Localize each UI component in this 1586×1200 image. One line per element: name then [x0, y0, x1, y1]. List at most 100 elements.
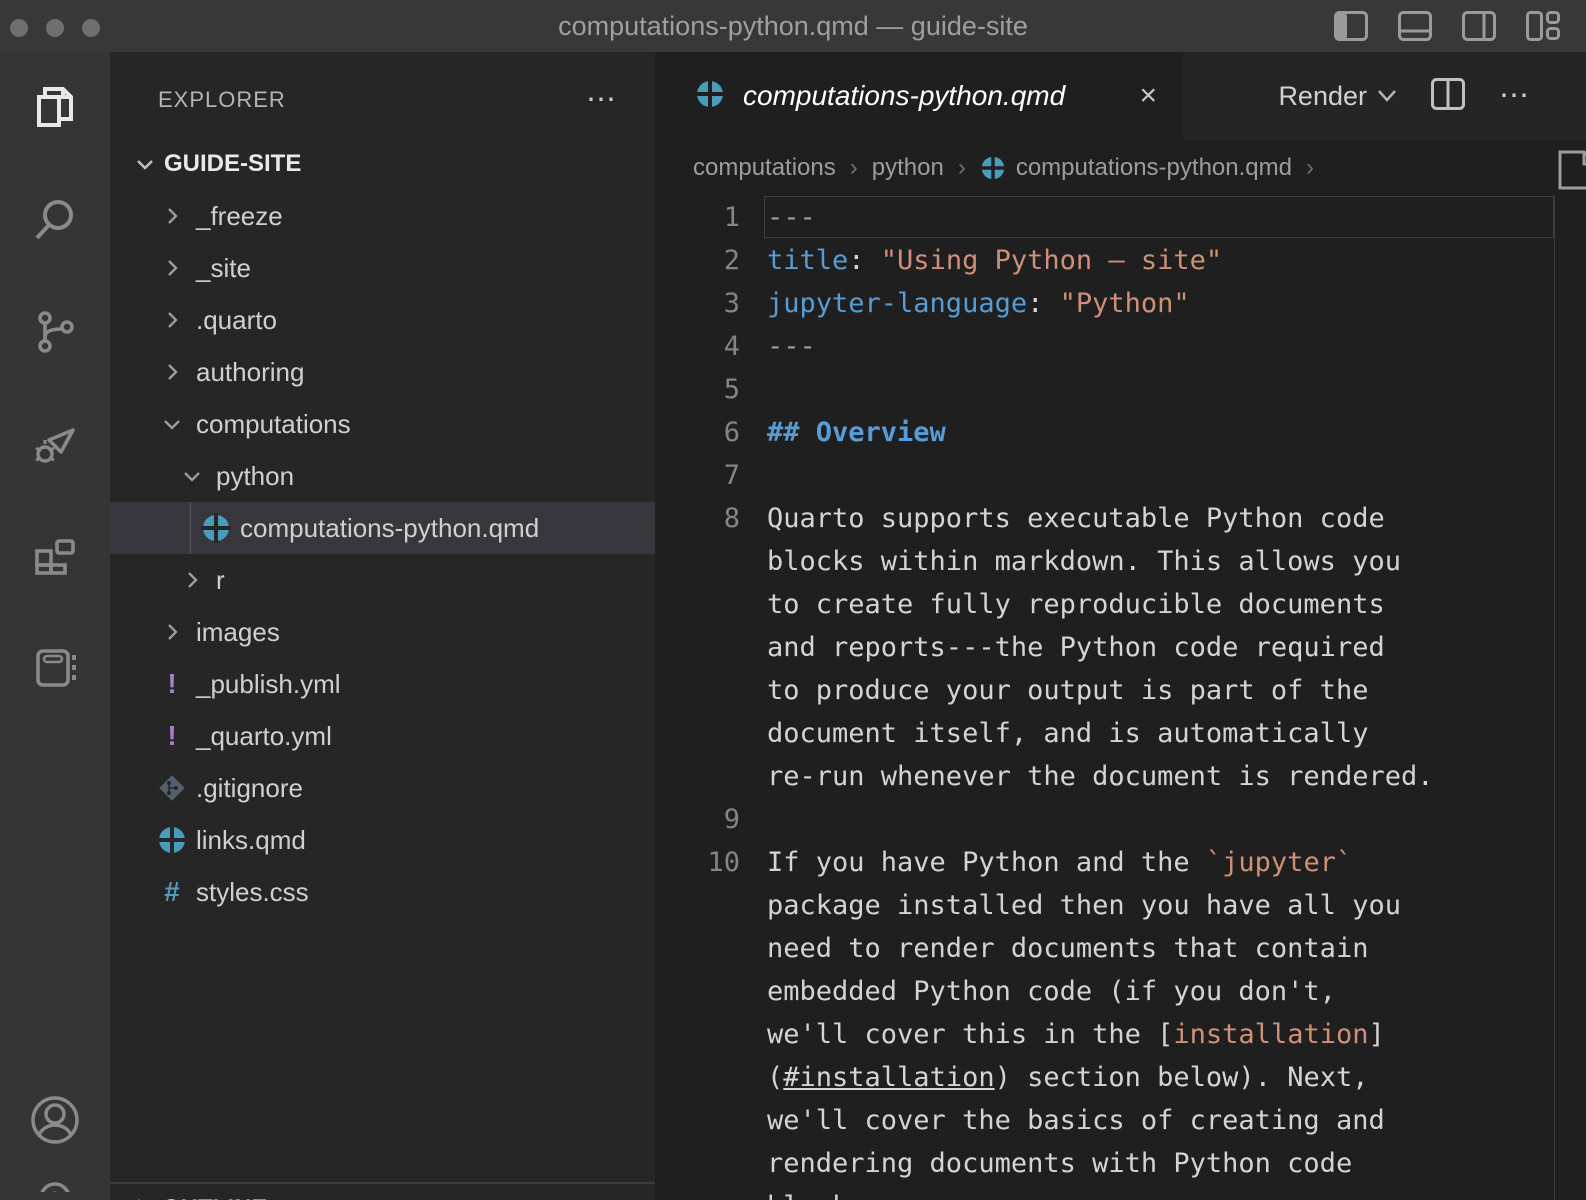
tree-item-styles-css[interactable]: #styles.css [110, 866, 655, 918]
tree-item-label: _site [196, 253, 251, 284]
tab-computations-python[interactable]: computations-python.qmd × [655, 52, 1183, 140]
close-window-icon[interactable] [10, 19, 28, 37]
line-number [655, 1099, 740, 1142]
code-line-1: 1--- [655, 196, 1586, 239]
tree-item-label: images [196, 617, 280, 648]
tree-item-label: computations [196, 409, 351, 440]
toggle-secondary-sidebar-icon[interactable] [1462, 11, 1496, 41]
search-icon[interactable] [0, 164, 110, 276]
editor-more-actions-icon[interactable]: ⋯ [1499, 91, 1532, 101]
symbol-file-icon[interactable] [1556, 150, 1586, 196]
line-number [655, 1056, 740, 1099]
workspace-section-header[interactable]: GUIDE-SITE [110, 138, 655, 190]
tree-item-authoring[interactable]: authoring [110, 346, 655, 398]
code-line-4: 4--- [655, 325, 1586, 368]
quarto-file-icon [695, 79, 725, 114]
tree-item--gitignore[interactable]: .gitignore [110, 762, 655, 814]
chevron-down-icon [170, 465, 214, 487]
source-control-icon[interactable] [0, 276, 110, 388]
line-number: 3 [655, 282, 740, 325]
tree-item-label: .gitignore [196, 773, 303, 804]
tree-item-label: _publish.yml [196, 669, 341, 700]
render-label: Render [1278, 81, 1367, 112]
line-number [655, 1185, 740, 1200]
tree-item-images[interactable]: images [110, 606, 655, 658]
code-line-wrap: embedded Python code (if you don't, [655, 970, 1586, 1013]
code-line-2: 2title: "Using Python — site" [655, 239, 1586, 282]
outline-section-header[interactable]: OUTLINE [110, 1182, 655, 1200]
tree-item-label: computations-python.qmd [240, 513, 539, 544]
run-and-debug-icon[interactable] [0, 388, 110, 500]
customize-layout-icon[interactable] [1526, 11, 1560, 41]
traffic-lights[interactable] [10, 19, 100, 37]
code-line-wrap: we'll cover this in the [installation] [655, 1013, 1586, 1056]
tree-item-python[interactable]: python [110, 450, 655, 502]
account-icon[interactable] [0, 1064, 110, 1176]
yaml-file-icon: ! [150, 668, 194, 700]
code-line-9: 9 [655, 798, 1586, 841]
code-line-wrap: need to render documents that contain [655, 927, 1586, 970]
tree-item-label: python [216, 461, 294, 492]
zoom-window-icon[interactable] [82, 19, 100, 37]
notebook-icon[interactable] [0, 612, 110, 724]
tree-item--freeze[interactable]: _freeze [110, 190, 655, 242]
line-number [655, 884, 740, 927]
tree-item--quarto-yml[interactable]: !_quarto.yml [110, 710, 655, 762]
breadcrumb-item[interactable]: computations-python.qmd [980, 154, 1292, 182]
quarto-file-icon [980, 155, 1006, 181]
explorer-icon[interactable] [0, 52, 110, 164]
yaml-file-icon: ! [150, 720, 194, 752]
code-line-wrap: we'll cover the basics of creating and [655, 1099, 1586, 1142]
code-line-10: 10If you have Python and the `jupyter` [655, 841, 1586, 884]
line-number: 1 [655, 196, 740, 239]
chevron-right-icon [170, 569, 214, 591]
workspace-name: GUIDE-SITE [164, 150, 301, 178]
code-line-8: 8Quarto supports executable Python code [655, 497, 1586, 540]
code-line-3: 3jupyter-language: "Python" [655, 282, 1586, 325]
explorer-sidebar: EXPLORER ⋯ GUIDE-SITE _freeze_site.quart… [110, 52, 655, 1200]
tree-item--quarto[interactable]: .quarto [110, 294, 655, 346]
tree-item-label: authoring [196, 357, 304, 388]
editor-group: computations-python.qmd × Render ⋯ compu… [655, 52, 1586, 1200]
tree-item-computations[interactable]: computations [110, 398, 655, 450]
line-number [655, 626, 740, 669]
code-line-wrap: blocks within markdown. This allows you [655, 540, 1586, 583]
quarto-file-icon [150, 825, 194, 855]
line-number [655, 755, 740, 798]
line-number: 8 [655, 497, 740, 540]
code-line-7: 7 [655, 454, 1586, 497]
close-tab-icon[interactable]: × [1139, 79, 1157, 113]
code-line-wrap: rendering documents with Python code [655, 1142, 1586, 1185]
tree-item-links-qmd[interactable]: links.qmd [110, 814, 655, 866]
code-line-wrap: package installed then you have all you [655, 884, 1586, 927]
minimize-window-icon[interactable] [46, 19, 64, 37]
views-more-actions-icon[interactable]: ⋯ [586, 95, 619, 105]
chevron-right-icon [150, 309, 194, 331]
extensions-icon[interactable] [0, 500, 110, 612]
chevron-down-icon [1377, 89, 1397, 103]
breadcrumb-separator-icon: › [1306, 154, 1314, 182]
render-button[interactable]: Render [1278, 81, 1397, 112]
breadcrumb: computations›python›computations-python.… [655, 140, 1586, 196]
css-file-icon: # [150, 876, 194, 908]
tree-item--site[interactable]: _site [110, 242, 655, 294]
git-file-icon [150, 773, 194, 803]
tree-item-computations-python-qmd[interactable]: computations-python.qmd [110, 502, 655, 554]
code-line-wrap: document itself, and is automatically [655, 712, 1586, 755]
tree-item-r[interactable]: r [110, 554, 655, 606]
toggle-panel-icon[interactable] [1398, 11, 1432, 41]
code-line-5: 5 [655, 368, 1586, 411]
line-number: 2 [655, 239, 740, 282]
line-number: 6 [655, 411, 740, 454]
breadcrumb-item[interactable]: python [872, 154, 944, 182]
settings-gear-icon[interactable] [33, 1176, 77, 1192]
code-editor[interactable]: 1---2title: "Using Python — site"3jupyte… [655, 196, 1586, 1200]
tree-item--publish-yml[interactable]: !_publish.yml [110, 658, 655, 710]
chevron-right-icon [150, 205, 194, 227]
line-number [655, 927, 740, 970]
breadcrumb-item[interactable]: computations [693, 154, 836, 182]
chevron-right-icon [150, 361, 194, 383]
toggle-primary-sidebar-icon[interactable] [1334, 11, 1368, 41]
split-editor-icon[interactable] [1431, 78, 1465, 115]
chevron-down-icon [150, 413, 194, 435]
